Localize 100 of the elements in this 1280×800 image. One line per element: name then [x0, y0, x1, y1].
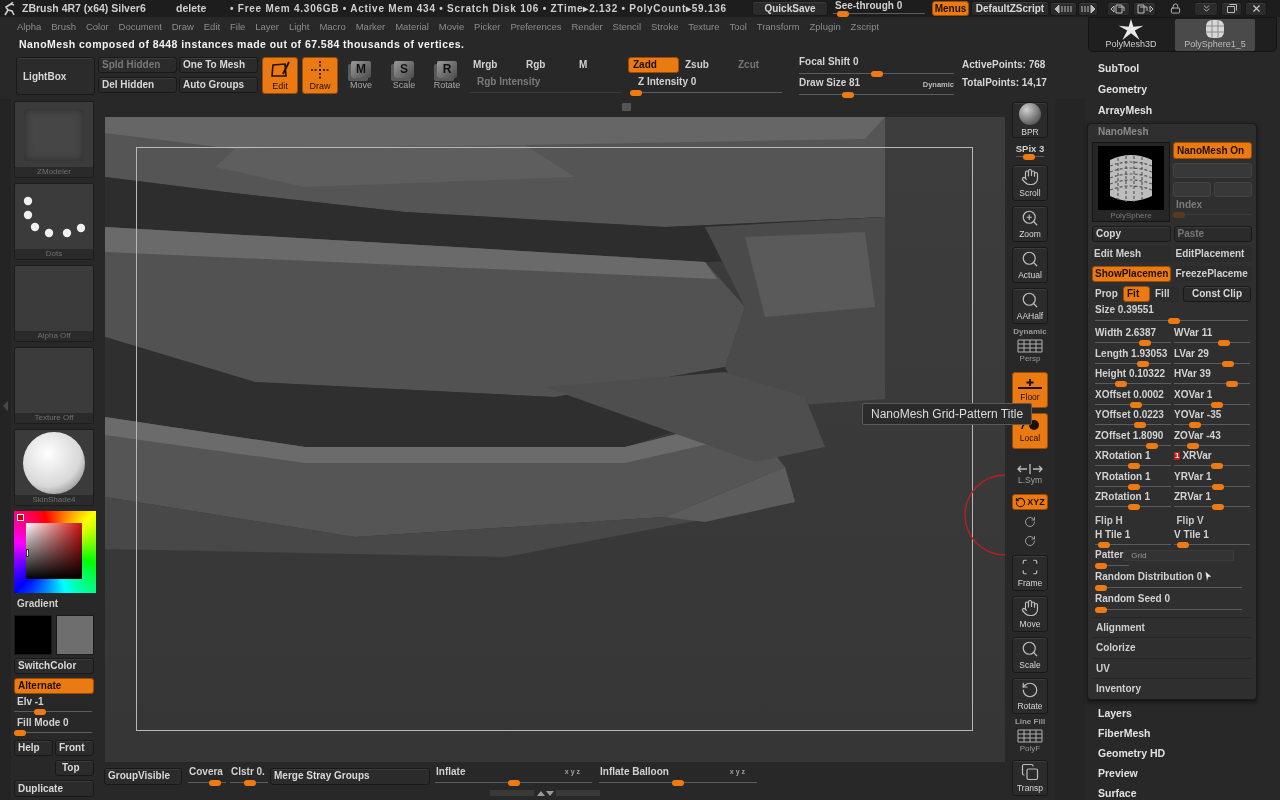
- slider-track[interactable]: [1095, 483, 1171, 490]
- slider-thumb[interactable]: [1211, 504, 1224, 510]
- minimize-button[interactable]: [1194, 1, 1218, 16]
- slider-thumb[interactable]: [1211, 463, 1224, 469]
- axis-rotate-button[interactable]: [1023, 534, 1037, 548]
- slider-thumb[interactable]: [1168, 318, 1181, 324]
- scroll-left-button[interactable]: [1050, 1, 1077, 16]
- slider-track[interactable]: [1174, 504, 1250, 510]
- slider-track[interactable]: [230, 779, 268, 786]
- placement-button[interactable]: FreezePlaceme: [1173, 266, 1252, 282]
- slider-track[interactable]: [1174, 381, 1250, 387]
- channel-mode-button[interactable]: Zsub: [681, 57, 732, 73]
- subpanel-title[interactable]: NanoMesh: [1092, 124, 1252, 140]
- palette-header[interactable]: Layers: [1085, 702, 1280, 723]
- slider-track[interactable]: [1174, 340, 1250, 346]
- slider-thumb[interactable]: [507, 779, 520, 786]
- menu-item[interactable]: Alpha: [17, 22, 42, 32]
- slider-thumb[interactable]: [1146, 442, 1159, 449]
- slider-track[interactable]: [1095, 318, 1248, 324]
- channel-mode-button[interactable]: Mrgb: [469, 57, 520, 73]
- slider-thumb[interactable]: [1023, 154, 1036, 160]
- slider-track[interactable]: [1016, 154, 1044, 160]
- nanomesh-action-button[interactable]: Copy: [1092, 226, 1171, 242]
- slider-thumb[interactable]: [33, 709, 46, 715]
- menu-item[interactable]: Picker: [474, 22, 501, 32]
- alternate-button[interactable]: Alternate: [14, 678, 94, 694]
- slider-thumb[interactable]: [1097, 541, 1110, 548]
- layout-button[interactable]: [1133, 1, 1156, 16]
- slider-track[interactable]: [1095, 442, 1171, 449]
- bottom-action-button[interactable]: Merge Stray Groups: [270, 767, 430, 785]
- menu-item[interactable]: Color: [85, 22, 109, 32]
- menu-item[interactable]: Layer: [255, 22, 279, 32]
- shelf-button[interactable]: BPR: [1012, 102, 1048, 138]
- slider-track[interactable]: [833, 11, 925, 17]
- menu-item[interactable]: Texture: [688, 22, 720, 32]
- slider-track[interactable]: [1095, 422, 1171, 428]
- channel-mode-button[interactable]: Zadd: [628, 57, 679, 73]
- shade-marker-icon[interactable]: [26, 549, 29, 557]
- slider-track[interactable]: [1174, 360, 1250, 367]
- slider-thumb[interactable]: [1177, 541, 1190, 548]
- view-button[interactable]: Help: [14, 740, 53, 756]
- slider-track[interactable]: [1095, 401, 1171, 408]
- menu-item[interactable]: Draw: [171, 22, 194, 32]
- slider-thumb[interactable]: [1139, 340, 1152, 346]
- slider-thumb[interactable]: [1134, 422, 1147, 428]
- shelf-button[interactable]: Transp: [1012, 760, 1048, 796]
- restore-button[interactable]: [1221, 1, 1242, 16]
- mesh-action-button[interactable]: One To Mesh: [179, 57, 258, 73]
- xyz-button[interactable]: XYZ: [1012, 494, 1048, 510]
- slider-thumb[interactable]: [1222, 360, 1234, 367]
- slider-thumb[interactable]: [1127, 463, 1140, 469]
- menu-item[interactable]: Render: [571, 22, 603, 32]
- slider-track[interactable]: [1095, 360, 1171, 367]
- placement-button[interactable]: Edit Mesh: [1092, 246, 1171, 262]
- view-button[interactable]: Front: [55, 740, 94, 756]
- scroll-right-button[interactable]: [1078, 1, 1098, 16]
- shelf-button[interactable]: Move: [1012, 596, 1048, 632]
- palette-header[interactable]: Geometry HD: [1085, 742, 1280, 763]
- slider-track[interactable]: [630, 90, 782, 96]
- slider-track[interactable]: [1174, 463, 1250, 469]
- color-swatch[interactable]: [56, 615, 94, 655]
- menu-item[interactable]: Stroke: [650, 22, 679, 32]
- slider-thumb[interactable]: [1186, 442, 1199, 449]
- channel-mode-button[interactable]: M: [575, 57, 626, 73]
- transform-mode-button[interactable]: S Scale: [388, 57, 420, 94]
- tool-thumbnail[interactable]: PolySphere1_5: [1175, 19, 1255, 51]
- mesh-action-button[interactable]: Auto Groups: [179, 77, 258, 93]
- menu-item[interactable]: Edit: [203, 22, 221, 32]
- placement-button[interactable]: EditPlacement: [1173, 246, 1252, 262]
- tool-thumbnail[interactable]: PolyMesh3D: [1097, 19, 1165, 51]
- slider-track[interactable]: [1173, 212, 1252, 218]
- slider-thumb[interactable]: [1211, 401, 1224, 408]
- slider-track[interactable]: [1174, 401, 1250, 408]
- slider-track[interactable]: [1174, 483, 1250, 490]
- slider-thumb[interactable]: [244, 779, 257, 786]
- slider-track[interactable]: [599, 779, 757, 786]
- slider-track[interactable]: [435, 779, 592, 786]
- color-picker[interactable]: [14, 511, 96, 593]
- palette-header[interactable]: FiberMesh: [1085, 722, 1280, 743]
- transform-mode-button[interactable]: Draw: [302, 57, 338, 94]
- slider-track[interactable]: [1095, 381, 1171, 387]
- palette-header[interactable]: Geometry: [1085, 79, 1280, 100]
- palette-header[interactable]: Preview: [1085, 762, 1280, 783]
- menu-item[interactable]: Preferences: [510, 22, 562, 32]
- menu-item[interactable]: Light: [288, 22, 310, 32]
- quicksave-button[interactable]: QuickSave: [752, 1, 828, 16]
- slider-thumb[interactable]: [1217, 340, 1230, 346]
- zscript-button[interactable]: DefaultZScript: [971, 1, 1049, 16]
- menu-item[interactable]: Macro: [319, 22, 346, 32]
- menus-button[interactable]: Menus: [932, 1, 969, 16]
- switch-color-button[interactable]: SwitchColor: [14, 658, 94, 674]
- slider-track[interactable]: [14, 709, 92, 715]
- resize-handle-icon[interactable]: [622, 103, 631, 111]
- shelf-button[interactable]: AAHalf: [1012, 288, 1048, 324]
- slider-track[interactable]: [1174, 442, 1250, 449]
- slider-track[interactable]: [1174, 541, 1250, 548]
- color-swatch[interactable]: [14, 615, 52, 655]
- slider-thumb[interactable]: [1095, 562, 1107, 569]
- menu-item[interactable]: File: [230, 22, 246, 32]
- close-button[interactable]: [1245, 1, 1267, 16]
